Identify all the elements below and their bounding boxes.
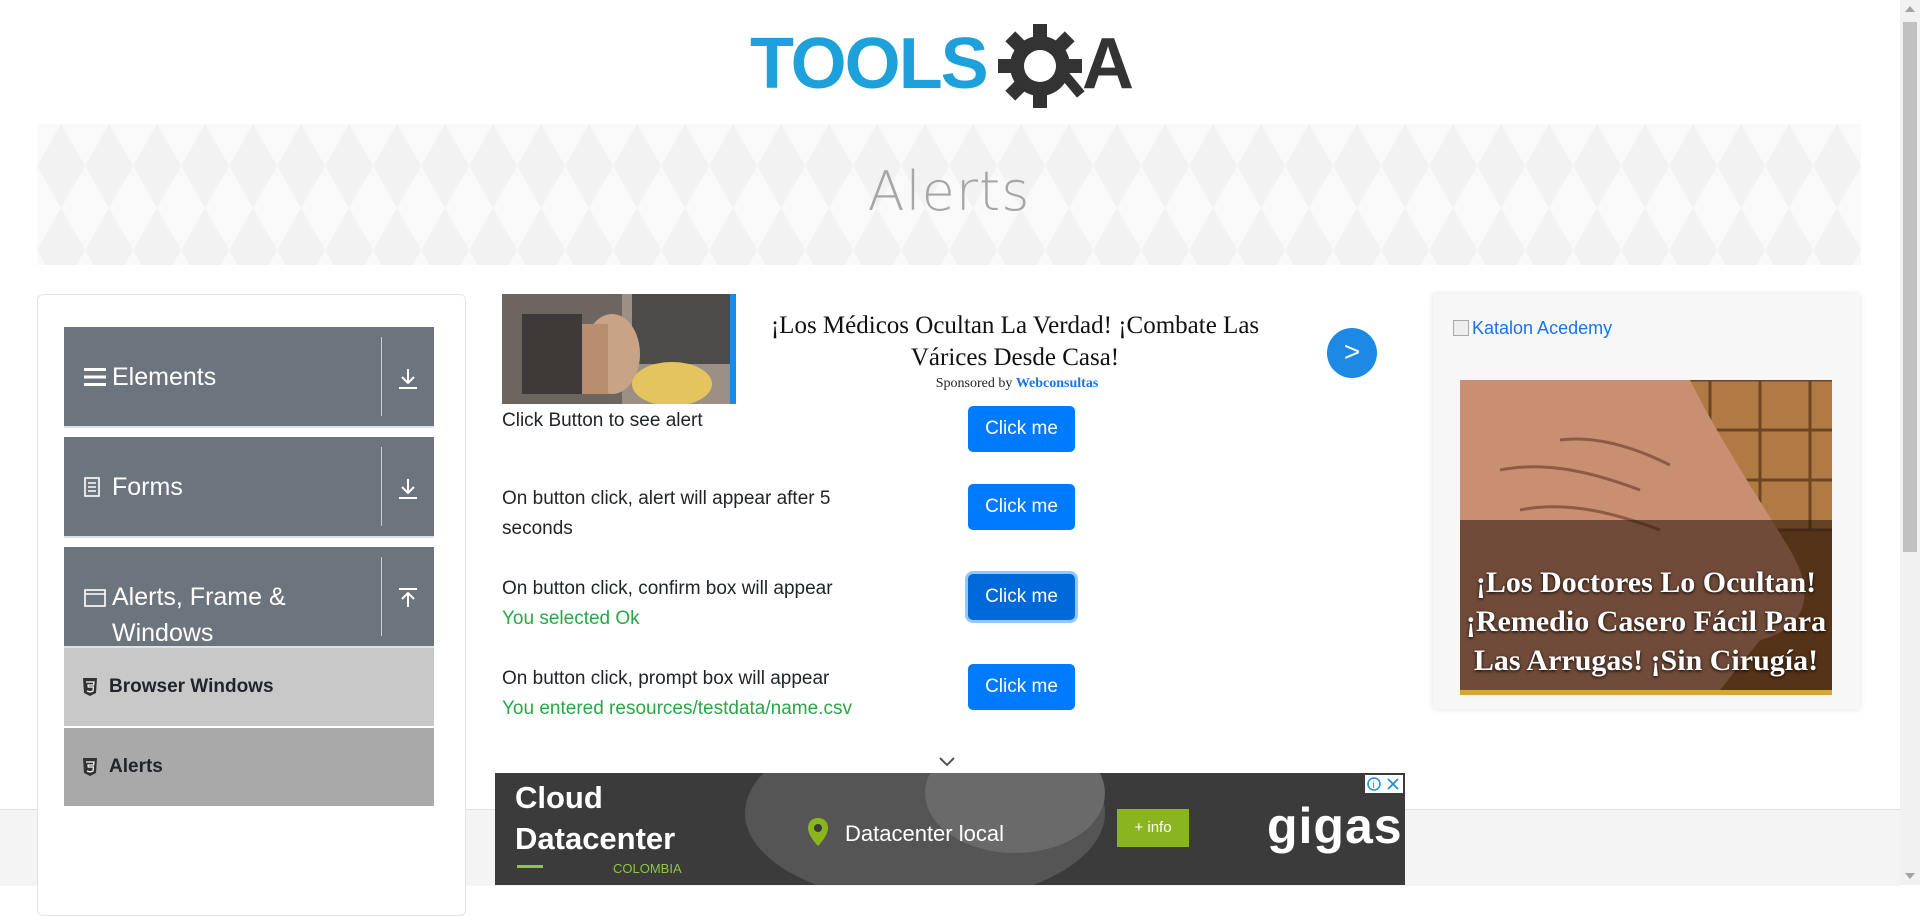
sidebar-group-forms[interactable]: Forms [64,437,434,538]
alert-row-3-text: On button click, confirm box will appear… [502,574,882,634]
sidebar-item-alerts[interactable]: Alerts [64,728,434,806]
sidebar-item-label: Alerts [109,756,163,777]
accent-dash [517,865,543,868]
download-arrow-icon[interactable] [394,365,422,393]
more-info-button[interactable]: + info [1117,809,1189,847]
bottom-banner-ad[interactable]: Cloud Datacenter COLOMBIA Datacenter loc… [495,773,1405,885]
gigas-logo: gigas [1267,798,1403,854]
toolsqa-logo[interactable]: TOOLS A [750,18,1155,114]
location-pin-icon [808,818,828,846]
ad-photo-headline: ¡Los Doctores Lo Ocultan! ¡Remedio Caser… [1465,566,1827,677]
sponsored-ad[interactable]: ¡Los Médicos Ocultan La Verdad! ¡Combate… [502,294,1388,406]
hamburger-icon [84,368,106,386]
scroll-down-arrow-icon[interactable] [1905,873,1915,879]
sponsor-name[interactable]: Webconsultas [1016,376,1098,391]
confirm-result: You selected Ok [502,608,640,629]
alert-row-1-text: Click Button to see alert [502,406,882,436]
html5-icon [83,678,97,696]
prompt-result: You entered resources/testdata/name.csv [502,698,852,719]
timer-alert-button[interactable]: Click me [968,484,1075,530]
window-icon [84,589,106,607]
ad-sponsor-line: Sponsored by Webconsultas [772,376,1262,392]
prompt-button[interactable]: Click me [968,664,1075,710]
chevron-down-icon[interactable] [938,756,956,768]
gear-icon [998,24,1085,108]
scrollbar-thumb[interactable] [1903,22,1917,552]
sponsored-by-label: Sponsored by [935,376,1013,391]
sidebar-group-elements[interactable]: Elements [64,327,434,428]
ad-choices-close-icon[interactable]: i [1365,775,1403,793]
ad-photo[interactable]: ¡Los Doctores Lo Ocultan! ¡Remedio Caser… [1460,380,1832,695]
broken-image-icon [1453,320,1469,336]
alert-row-4-text: On button click, prompt box will appear … [502,664,882,724]
left-sidebar: Elements Forms Alerts, Frame & Windows B… [37,294,466,916]
timer-alert-description: On button click, alert will appear after… [502,488,831,539]
alert-button[interactable]: Click me [968,406,1075,452]
logo-text-tools: TOOLS [750,24,987,104]
alert-description: Click Button to see alert [502,410,703,431]
confirm-button[interactable]: Click me [968,574,1075,620]
alert-row-2-text: On button click, alert will appear after… [502,484,892,544]
sidebar-group-alerts-frame-windows[interactable]: Alerts, Frame & Windows [64,547,434,648]
ad-next-button[interactable]: > [1327,328,1377,378]
download-arrow-icon[interactable] [394,475,422,503]
right-ad[interactable]: Katalon Acedemy ¡Los Doctores Lo Ocultan… [1433,294,1860,709]
sidebar-group-label: Elements [112,363,217,391]
upload-arrow-icon[interactable] [394,585,422,613]
ad-image [502,294,736,404]
sidebar-group-label: Forms [112,473,183,501]
broken-image-alt: Katalon Acedemy [1472,318,1613,338]
vertical-scrollbar[interactable] [1900,0,1920,885]
page-banner: Alerts [37,124,1861,265]
broken-image-link[interactable]: Katalon Acedemy [1453,318,1612,339]
confirm-description: On button click, confirm box will appear [502,578,833,599]
sidebar-group-label: Alerts, Frame & Windows [112,583,286,647]
html5-icon [83,758,97,776]
bottom-ad-country: COLOMBIA [613,861,682,876]
group-divider [381,337,382,416]
bottom-ad-title: Cloud Datacenter [515,780,676,856]
page-title: Alerts [867,160,1031,223]
document-icon [84,477,100,497]
ad-headline[interactable]: ¡Los Médicos Ocultan La Verdad! ¡Combate… [770,310,1260,374]
prompt-description: On button click, prompt box will appear [502,668,830,689]
group-divider [381,447,382,526]
scroll-up-arrow-icon[interactable] [1905,6,1915,12]
sidebar-item-browser-windows[interactable]: Browser Windows [64,648,434,726]
bottom-ad-location: Datacenter local [845,821,1004,846]
logo-text-a: A [1082,24,1134,104]
group-divider [381,557,382,636]
sidebar-item-label: Browser Windows [109,676,274,697]
svg-text:i: i [1373,780,1375,791]
